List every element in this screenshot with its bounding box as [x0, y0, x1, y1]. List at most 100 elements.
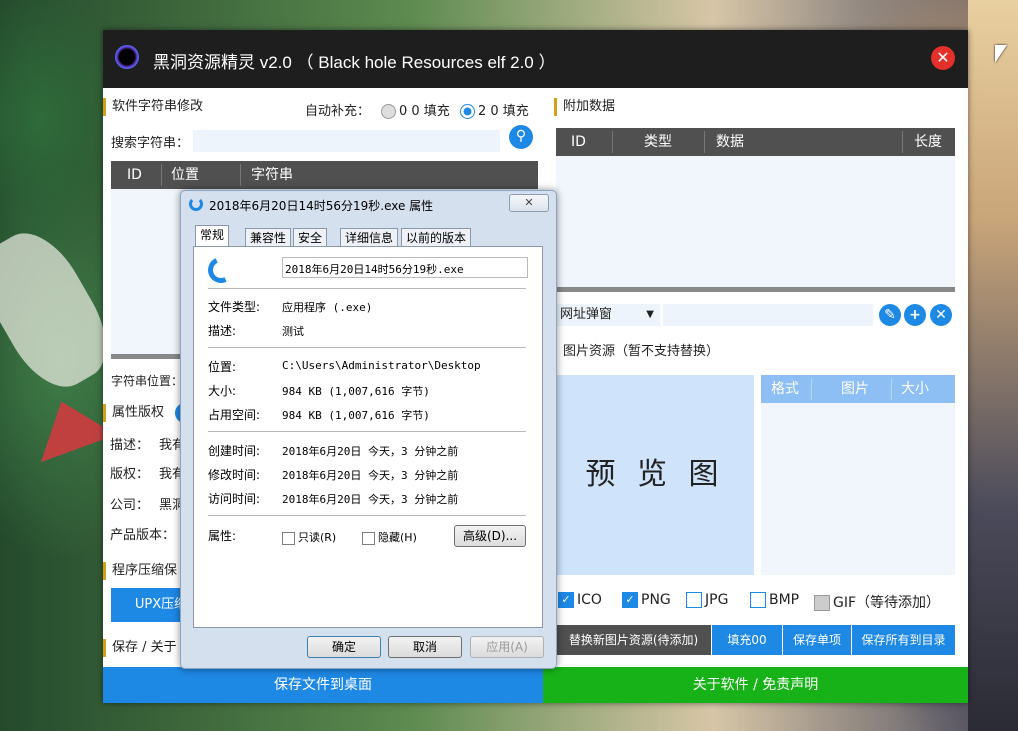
search-icon[interactable]: ⚲ — [509, 125, 533, 149]
description-label: 描述: — [208, 324, 237, 338]
checkmark-icon: ✓ — [558, 592, 574, 608]
save-section-title: 保存 / 关于 — [103, 639, 177, 657]
ok-button[interactable]: 确定 — [307, 636, 381, 658]
copyright-label: 版权： — [110, 467, 150, 482]
extra-data-table-body[interactable] — [556, 156, 955, 289]
hidden-label: 隐藏(H) — [378, 531, 417, 544]
accessed-value: 2018年6月20日 今天，3 分钟之前 — [282, 493, 459, 506]
created-label: 创建时间: — [208, 444, 261, 458]
properties-dialog: 2018年6月20日14时56分19秒.exe 属性 ✕ 常规 兼容性 安全 详… — [180, 190, 557, 669]
filename-value: 2018年6月20日14时56分19秒.exe — [285, 263, 464, 276]
description-value: 测试 — [282, 325, 304, 338]
format-bmp-checkbox[interactable]: BMP — [750, 592, 799, 608]
checkbox-empty-icon — [750, 592, 766, 608]
advanced-button[interactable]: 高级(D)... — [454, 525, 526, 547]
format-gif-checkbox[interactable]: GIF（等待添加） — [814, 592, 940, 612]
delete-icon[interactable]: ✕ — [930, 304, 952, 326]
format-bmp-label: BMP — [769, 592, 800, 608]
col-format: 格式 — [771, 381, 799, 397]
replace-image-button[interactable]: 替换新图片资源(待添加) — [556, 625, 711, 655]
format-jpg-checkbox[interactable]: JPG — [686, 592, 728, 608]
edit-icon[interactable]: ✎ — [879, 304, 901, 326]
accessed-label: 访问时间: — [208, 492, 261, 506]
format-ico-label: ICO — [577, 592, 602, 608]
extra-data-input[interactable] — [663, 304, 873, 326]
location-value: C:\Users\Administrator\Desktop — [282, 359, 481, 372]
tab-security[interactable]: 安全 — [293, 228, 328, 247]
format-png-label: PNG — [641, 592, 671, 608]
cancel-button[interactable]: 取消 — [388, 636, 462, 658]
desc-label: 描述： — [110, 438, 150, 453]
black-hole-logo-icon — [115, 45, 139, 69]
checkbox-empty-icon — [686, 592, 702, 608]
col-extra-data: 数据 — [716, 134, 744, 150]
tab-details[interactable]: 详细信息 — [340, 228, 399, 247]
checkbox-empty-icon — [362, 531, 375, 545]
tab-compatibility[interactable]: 兼容性 — [245, 228, 292, 247]
radio-on-icon — [460, 104, 475, 119]
col-image: 图片 — [841, 381, 869, 397]
format-ico-checkbox[interactable]: ✓ ICO — [558, 592, 602, 608]
string-table-header: ID 位置 字符串 — [111, 161, 538, 189]
search-input[interactable] — [193, 130, 500, 152]
save-to-desktop-button[interactable]: 保存文件到桌面 — [103, 667, 543, 703]
divider — [208, 431, 526, 432]
fill-20-radio[interactable]: 2 0 填充 — [460, 100, 529, 119]
save-all-button[interactable]: 保存所有到目录 — [852, 625, 955, 655]
extra-data-scrollbar[interactable] — [556, 287, 955, 292]
readonly-checkbox[interactable]: 只读(R) — [282, 529, 336, 545]
string-section-title: 软件字符串修改 — [103, 98, 203, 116]
attr-section-title: 属性版权 — [103, 404, 164, 422]
format-jpg-label: JPG — [705, 592, 729, 608]
image-table-header: 格式 图片 大小 — [761, 375, 955, 403]
fill-00-button[interactable]: 填充00 — [712, 625, 782, 655]
tab-previous-versions[interactable]: 以前的版本 — [401, 228, 472, 247]
col-string: 字符串 — [251, 167, 293, 183]
readonly-label: 只读(R) — [298, 531, 337, 544]
modified-label: 修改时间: — [208, 468, 261, 482]
attributes-label: 属性: — [208, 529, 237, 543]
hidden-checkbox[interactable]: 隐藏(H) — [362, 529, 417, 545]
extra-data-table-header: ID 类型 数据 长度 — [556, 128, 955, 156]
image-preview: 预 览 图 — [556, 375, 754, 575]
divider — [208, 288, 526, 289]
tab-general[interactable]: 常规 — [195, 225, 230, 248]
string-pos-label: 字符串位置： — [111, 374, 184, 388]
close-button[interactable]: ✕ — [931, 46, 955, 70]
save-item-button[interactable]: 保存单项 — [783, 625, 851, 655]
autofill-label: 自动补充： — [305, 104, 371, 119]
dialog-close-button[interactable]: ✕ — [509, 194, 549, 212]
compress-section-title: 程序压缩保 — [103, 562, 177, 580]
mouse-cursor-icon — [995, 45, 1007, 63]
type-dropdown[interactable]: 网址弹窗 ▼ — [556, 304, 660, 326]
title-bar: 黑洞资源精灵 v2.0 （ Black hole Resources elf 2… — [103, 30, 968, 88]
product-version-label: 产品版本： — [110, 528, 176, 543]
col-extra-length: 长度 — [914, 134, 942, 150]
about-button[interactable]: 关于软件 / 免责声明 — [543, 667, 968, 703]
size-on-disk-value: 984 KB (1,007,616 字节) — [282, 409, 430, 422]
general-tab-pane: 2018年6月20日14时56分19秒.exe 文件类型: 应用程序 (.exe… — [193, 246, 543, 628]
company-label: 公司： — [110, 498, 150, 513]
format-png-checkbox[interactable]: ✓ PNG — [622, 592, 671, 608]
fill-00-label: 0 0 填充 — [399, 104, 450, 119]
extra-data-section-title: 附加数据 — [554, 98, 615, 116]
size-label: 大小: — [208, 384, 237, 398]
col-size: 大小 — [901, 381, 929, 397]
filename-input[interactable]: 2018年6月20日14时56分19秒.exe — [282, 257, 528, 278]
dialog-title: 2018年6月20日14时56分19秒.exe 属性 — [209, 199, 434, 213]
modified-value: 2018年6月20日 今天，3 分钟之前 — [282, 469, 459, 482]
checkbox-empty-icon — [282, 531, 295, 545]
size-on-disk-label: 占用空间: — [208, 408, 261, 422]
checkbox-disabled-icon — [814, 595, 830, 611]
format-gif-label: GIF（等待添加） — [833, 595, 941, 611]
apply-button[interactable]: 应用(A) — [470, 636, 544, 658]
type-dropdown-value: 网址弹窗 — [560, 307, 613, 322]
created-value: 2018年6月20日 今天，3 分钟之前 — [282, 445, 459, 458]
col-id: ID — [127, 167, 142, 183]
add-icon[interactable]: + — [904, 304, 926, 326]
fill-00-radio[interactable]: 0 0 填充 — [381, 100, 450, 119]
image-table-body[interactable] — [761, 403, 955, 575]
exe-icon — [189, 197, 203, 211]
location-label: 位置: — [208, 360, 237, 374]
col-extra-type: 类型 — [644, 134, 672, 150]
